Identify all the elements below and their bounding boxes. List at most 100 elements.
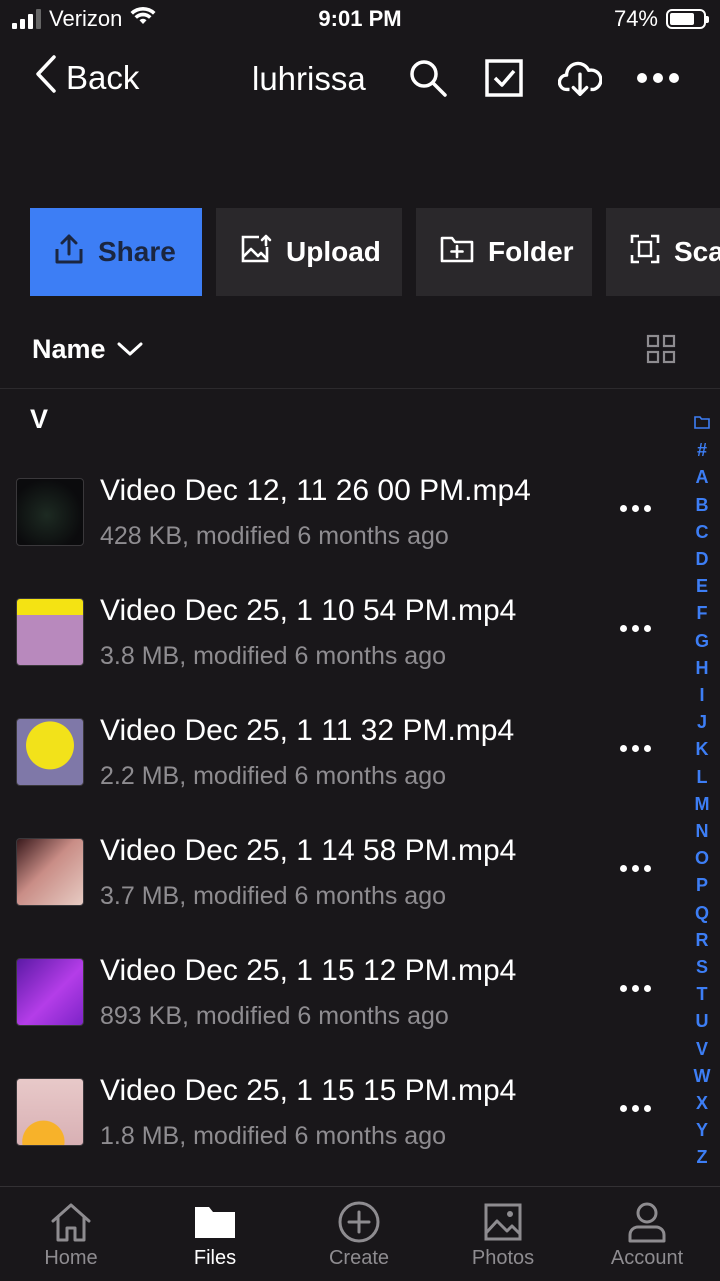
plus-circle-icon bbox=[309, 1197, 409, 1247]
file-row[interactable]: Video Dec 25, 1 14 58 PM.mp4 3.7 MB, mod… bbox=[0, 812, 690, 932]
file-row[interactable]: Video Dec 12, 11 26 00 PM.mp4 428 KB, mo… bbox=[0, 452, 690, 572]
index-letter[interactable]: Q bbox=[695, 900, 709, 927]
chevron-left-icon bbox=[34, 54, 58, 102]
sort-bar: Name bbox=[0, 318, 720, 389]
index-letter[interactable]: A bbox=[696, 464, 709, 491]
index-letter[interactable]: M bbox=[695, 791, 710, 818]
more-options-icon[interactable] bbox=[620, 618, 660, 638]
tab-home[interactable]: Home bbox=[21, 1197, 121, 1270]
video-thumbnail bbox=[16, 598, 84, 666]
more-options-icon[interactable] bbox=[620, 1098, 660, 1118]
file-meta: 428 KB, modified 6 months ago bbox=[100, 522, 449, 550]
index-letter[interactable]: W bbox=[694, 1063, 711, 1090]
tab-bar: Home Files Create Photos Account bbox=[0, 1186, 720, 1281]
sort-by-name-button[interactable]: Name bbox=[32, 334, 144, 365]
video-thumbnail bbox=[16, 838, 84, 906]
upload-image-icon bbox=[240, 234, 272, 271]
file-meta: 893 KB, modified 6 months ago bbox=[100, 1002, 449, 1030]
index-letter[interactable]: F bbox=[697, 600, 708, 627]
file-name: Video Dec 25, 1 15 15 PM.mp4 bbox=[100, 1074, 517, 1107]
index-letter[interactable]: P bbox=[696, 872, 708, 899]
video-thumbnail bbox=[16, 718, 84, 786]
select-checkbox-icon[interactable] bbox=[482, 56, 526, 100]
index-letter[interactable]: T bbox=[697, 981, 708, 1008]
tab-label: Photos bbox=[471, 1247, 535, 1269]
index-letter[interactable]: L bbox=[697, 764, 708, 791]
file-meta: 3.8 MB, modified 6 months ago bbox=[100, 642, 447, 670]
index-letter[interactable]: # bbox=[697, 437, 707, 464]
alphabet-index[interactable]: # A B C D E F G H I J K L M N O P Q R S … bbox=[692, 410, 712, 1172]
more-options-icon[interactable] bbox=[620, 978, 660, 998]
folder-button[interactable]: Folder bbox=[416, 208, 592, 296]
more-options-icon[interactable] bbox=[620, 498, 660, 518]
index-letter[interactable]: B bbox=[696, 492, 709, 519]
file-meta: 1.8 MB, modified 6 months ago bbox=[100, 1122, 447, 1150]
share-icon bbox=[54, 233, 84, 272]
upload-button[interactable]: Upload bbox=[216, 208, 402, 296]
index-letter[interactable]: E bbox=[696, 573, 708, 600]
index-letter[interactable]: N bbox=[696, 818, 709, 845]
file-row[interactable]: Video Dec 25, 1 10 54 PM.mp4 3.8 MB, mod… bbox=[0, 572, 690, 692]
scan-icon bbox=[630, 234, 660, 271]
folder-icon bbox=[165, 1197, 265, 1247]
page-title: luhrissa bbox=[252, 60, 366, 97]
photos-icon bbox=[453, 1197, 553, 1247]
file-list: Video Dec 12, 11 26 00 PM.mp4 428 KB, mo… bbox=[0, 452, 690, 1172]
index-letter[interactable]: G bbox=[695, 628, 709, 655]
tab-label: Home bbox=[44, 1247, 98, 1269]
video-thumbnail bbox=[16, 958, 84, 1026]
index-letter[interactable]: C bbox=[696, 519, 709, 546]
upload-label: Upload bbox=[286, 236, 381, 267]
tab-create[interactable]: Create bbox=[309, 1197, 409, 1270]
grid-view-icon[interactable] bbox=[646, 334, 676, 369]
more-options-icon[interactable] bbox=[636, 56, 680, 100]
home-icon bbox=[21, 1197, 121, 1247]
file-name: Video Dec 25, 1 11 32 PM.mp4 bbox=[100, 714, 515, 747]
file-meta: 3.7 MB, modified 6 months ago bbox=[100, 882, 447, 910]
folder-icon[interactable] bbox=[694, 410, 710, 437]
back-button[interactable]: Back bbox=[34, 54, 139, 102]
more-options-icon[interactable] bbox=[620, 738, 660, 758]
more-options-icon[interactable] bbox=[620, 858, 660, 878]
status-bar: Verizon 9:01 PM 74% bbox=[0, 0, 720, 40]
file-row[interactable]: Video Dec 25, 1 15 12 PM.mp4 893 KB, mod… bbox=[0, 932, 690, 1052]
sort-label: Name bbox=[32, 334, 106, 364]
index-letter[interactable]: K bbox=[696, 736, 709, 763]
index-letter[interactable]: V bbox=[696, 1036, 708, 1063]
chevron-down-icon bbox=[116, 334, 144, 365]
index-letter[interactable]: I bbox=[699, 682, 704, 709]
cloud-download-icon[interactable] bbox=[558, 56, 602, 100]
file-name: Video Dec 12, 11 26 00 PM.mp4 bbox=[100, 474, 531, 507]
video-thumbnail bbox=[16, 1078, 84, 1146]
index-letter[interactable]: R bbox=[696, 927, 709, 954]
tab-account[interactable]: Account bbox=[597, 1197, 697, 1270]
tab-label: Account bbox=[610, 1247, 684, 1269]
index-letter[interactable]: U bbox=[696, 1008, 709, 1035]
tab-label: Create bbox=[328, 1247, 390, 1269]
share-label: Share bbox=[98, 236, 176, 267]
tab-files[interactable]: Files bbox=[165, 1197, 265, 1270]
index-letter[interactable]: S bbox=[696, 954, 708, 981]
index-letter[interactable]: X bbox=[696, 1090, 708, 1117]
index-letter[interactable]: H bbox=[696, 655, 709, 682]
scan-button[interactable]: Sca bbox=[606, 208, 720, 296]
quick-actions: Share Upload Folder Sca bbox=[30, 208, 720, 296]
account-icon bbox=[597, 1197, 697, 1247]
file-name: Video Dec 25, 1 14 58 PM.mp4 bbox=[100, 834, 517, 867]
navigation-bar: Back luhrissa bbox=[0, 48, 720, 112]
file-row[interactable]: Video Dec 25, 1 15 15 PM.mp4 1.8 MB, mod… bbox=[0, 1052, 690, 1172]
index-letter[interactable]: Z bbox=[697, 1144, 708, 1171]
index-letter[interactable]: O bbox=[695, 845, 709, 872]
tab-label: Files bbox=[193, 1247, 237, 1269]
file-row[interactable]: Video Dec 25, 1 11 32 PM.mp4 2.2 MB, mod… bbox=[0, 692, 690, 812]
folder-label: Folder bbox=[488, 236, 574, 267]
index-letter[interactable]: Y bbox=[696, 1117, 708, 1144]
search-icon[interactable] bbox=[406, 56, 450, 100]
share-button[interactable]: Share bbox=[30, 208, 202, 296]
index-letter[interactable]: J bbox=[697, 709, 707, 736]
scan-label: Sca bbox=[674, 236, 720, 267]
back-label: Back bbox=[66, 59, 140, 96]
tab-photos[interactable]: Photos bbox=[453, 1197, 553, 1270]
section-header: V bbox=[30, 404, 49, 434]
index-letter[interactable]: D bbox=[696, 546, 709, 573]
